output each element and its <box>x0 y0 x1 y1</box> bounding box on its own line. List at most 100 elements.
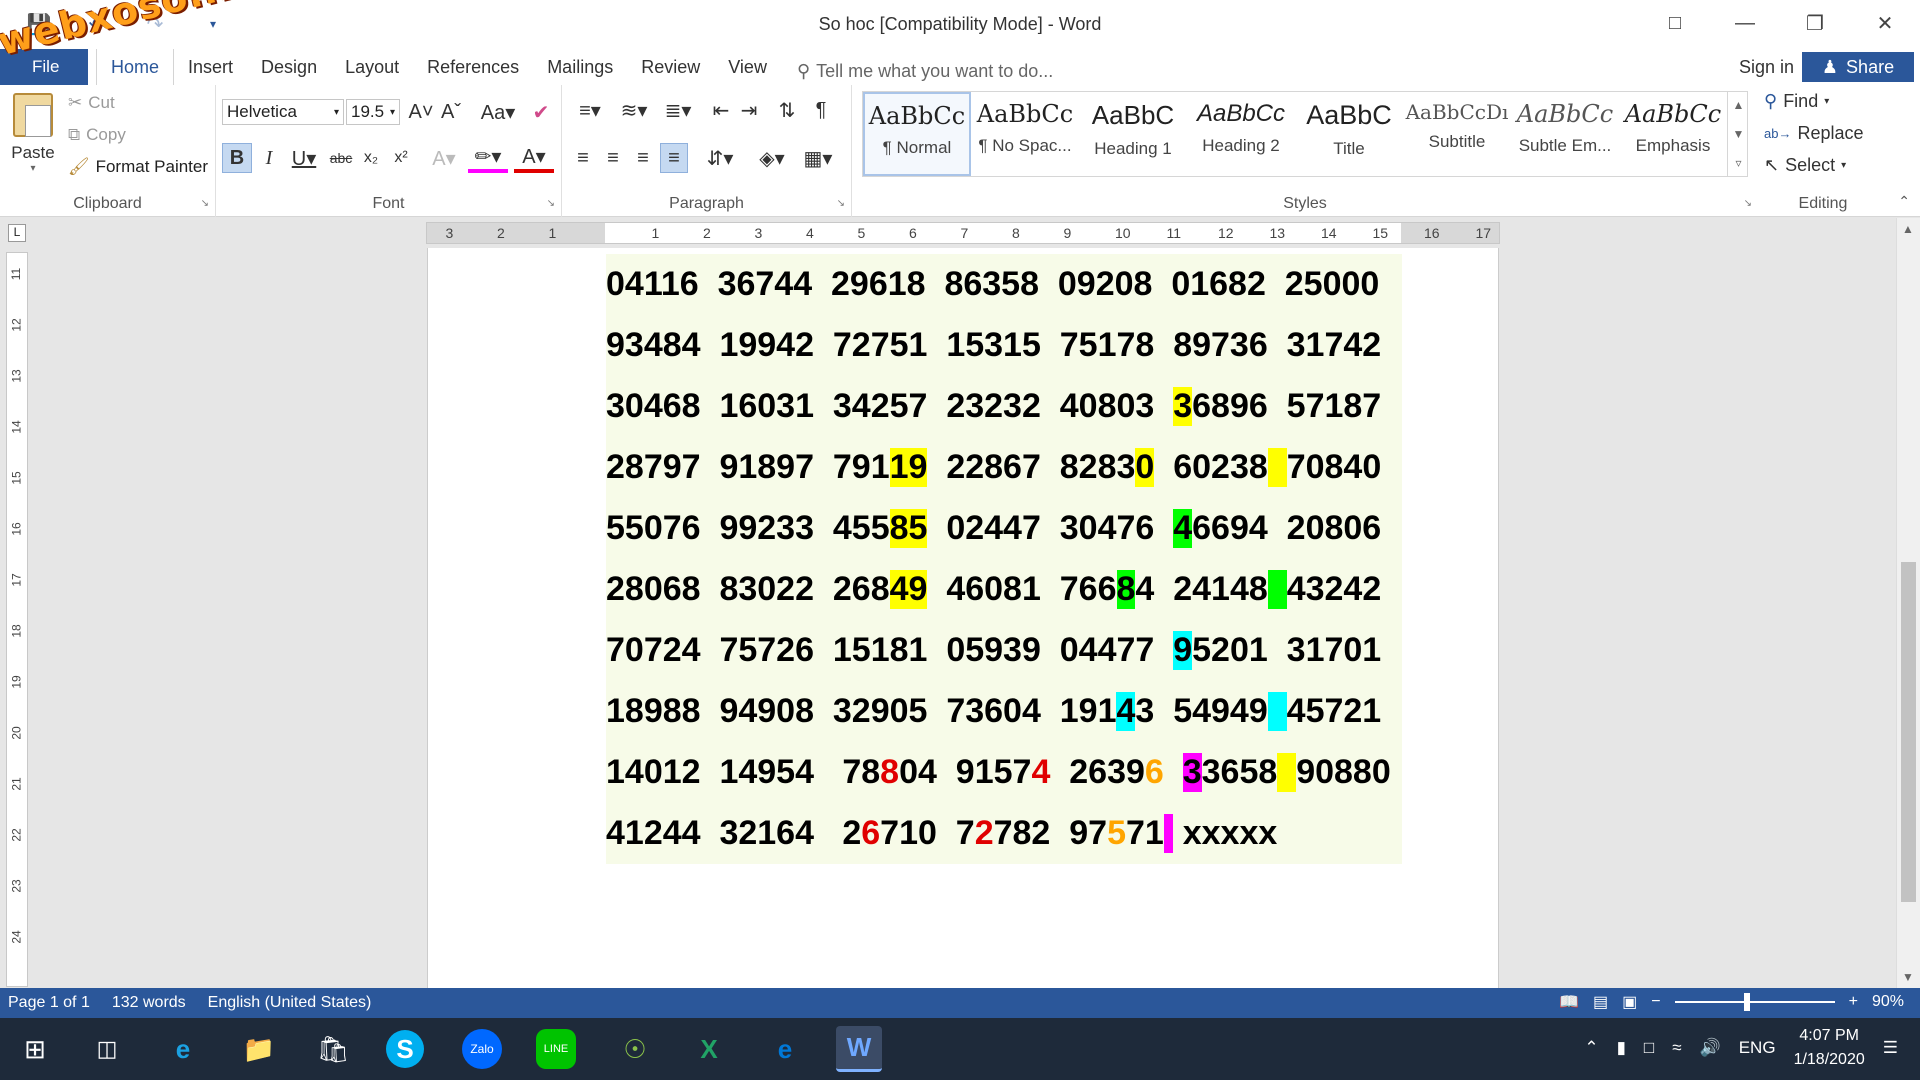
file-explorer-icon[interactable]: 📁 <box>236 1026 282 1072</box>
zalo-icon[interactable]: Zalo <box>462 1029 502 1069</box>
tab-home[interactable]: Home <box>96 49 175 85</box>
skype-icon[interactable]: S <box>386 1030 424 1068</box>
grow-font-icon[interactable]: A˅ <box>408 97 434 127</box>
web-layout-icon[interactable]: ▣ <box>1622 992 1637 1012</box>
page-count[interactable]: Page 1 of 1 <box>8 994 90 1012</box>
input-language[interactable]: ENG <box>1739 1038 1776 1058</box>
document-line[interactable]: 93484 19942 72751 15315 75178 89736 3174… <box>606 315 1402 376</box>
tell-me-box[interactable]: ⚲ Tell me what you want to do... <box>781 49 1053 85</box>
vertical-scrollbar[interactable]: ▲ ▼ <box>1896 218 1920 988</box>
chevron-up-icon[interactable]: ▲ <box>1733 98 1745 112</box>
notifications-icon[interactable]: ☰ <box>1883 1038 1898 1058</box>
decrease-indent-icon[interactable]: ⇤ <box>708 95 734 125</box>
style-no-spacing[interactable]: AaBbCc ¶ No Spac... <box>971 92 1079 176</box>
tab-design[interactable]: Design <box>247 49 331 85</box>
align-left-icon[interactable]: ≡ <box>570 143 596 173</box>
wifi-icon[interactable]: ≈ <box>1672 1038 1681 1058</box>
minimize-icon[interactable]: — <box>1710 0 1780 46</box>
chevron-down-icon[interactable]: ▼ <box>1733 127 1745 141</box>
print-layout-icon[interactable]: ▤ <box>1593 992 1608 1012</box>
tab-review[interactable]: Review <box>627 49 714 85</box>
style-emphasis[interactable]: AaBbCc Emphasis <box>1619 92 1727 176</box>
select-button[interactable]: ↖ Select ▾ <box>1764 155 1846 176</box>
bold-icon[interactable]: B <box>222 143 252 173</box>
tab-mailings[interactable]: Mailings <box>533 49 627 85</box>
share-button[interactable]: ♟ Share <box>1802 52 1914 82</box>
close-icon[interactable]: ✕ <box>1850 0 1920 46</box>
restore-icon[interactable]: ❐ <box>1780 0 1850 46</box>
format-painter-button[interactable]: 🖌 Format Painter <box>68 157 208 177</box>
store-icon[interactable]: 🛍 <box>310 1026 356 1072</box>
change-case-icon[interactable]: Aa▾ <box>478 97 518 127</box>
edge-icon[interactable]: e <box>762 1026 808 1072</box>
ultraviewer-icon[interactable]: ☉ <box>612 1026 658 1072</box>
tab-insert[interactable]: Insert <box>174 49 247 85</box>
sort-icon[interactable]: ⇅ <box>774 95 800 125</box>
document-line[interactable]: 28797 91897 791 19 22867 8283 0 60238 7084… <box>606 437 1402 498</box>
document-line[interactable]: 70724 75726 15181 05939 04477 9 5201 3170… <box>606 620 1402 681</box>
document-body[interactable]: 04116 36744 29618 86358 09208 01682 2500… <box>606 254 1402 864</box>
bullets-icon[interactable]: ≡▾ <box>570 95 610 125</box>
tab-layout[interactable]: Layout <box>331 49 413 85</box>
zoom-in-icon[interactable]: + <box>1849 993 1858 1011</box>
line-icon[interactable]: LINE <box>536 1029 576 1069</box>
document-line[interactable]: 55076 99233 455 85 02447 30476 4 6694 2080… <box>606 498 1402 559</box>
show-formatting-icon[interactable]: ¶ <box>808 95 834 125</box>
document-page[interactable]: 04116 36744 29618 86358 09208 01682 2500… <box>427 248 1499 988</box>
document-line[interactable]: 04116 36744 29618 86358 09208 01682 2500… <box>606 254 1402 315</box>
task-view-icon[interactable]: ◫ <box>84 1026 130 1072</box>
scroll-down-icon[interactable]: ▼ <box>1902 970 1914 984</box>
numbering-icon[interactable]: ≋▾ <box>614 95 654 125</box>
read-mode-icon[interactable]: 📖 <box>1559 992 1579 1012</box>
sign-in-link[interactable]: Sign in <box>1739 57 1794 78</box>
style-subtle-emphasis[interactable]: AaBbCc Subtle Em... <box>1511 92 1619 176</box>
cut-button[interactable]: ✂ Cut <box>68 93 115 113</box>
style-heading-2[interactable]: AaBbCc Heading 2 <box>1187 92 1295 176</box>
document-line[interactable]: 28068 83022 268 49 46081 766 8 4 24148 4324… <box>606 559 1402 620</box>
shrink-font-icon[interactable]: Aˇ <box>438 97 464 127</box>
font-launcher-icon[interactable]: ↘ <box>547 198 555 209</box>
volume-icon[interactable]: 🔊 <box>1700 1038 1721 1058</box>
tab-selector-icon[interactable]: L <box>8 224 26 242</box>
copy-button[interactable]: ⧉ Copy <box>68 125 126 145</box>
document-line[interactable]: 14012 14954 78 8 04 9157 4 2639 6 3 3658 9088… <box>606 742 1402 803</box>
action-center-app-icon[interactable]: □ <box>1644 1038 1654 1058</box>
document-line[interactable]: 30468 16031 34257 23232 40803 3 6896 5718… <box>606 376 1402 437</box>
document-line[interactable]: 41244 32164 2 6 710 7 2 782 97 5 71 xxxxx <box>606 803 1402 864</box>
paste-button[interactable]: Paste ▾ <box>10 93 56 183</box>
clear-formatting-icon[interactable]: ✔ <box>528 97 554 127</box>
highlight-color-icon[interactable]: ✏▾ <box>468 143 508 173</box>
font-size-combo[interactable]: 19.5 ▾ <box>346 99 400 125</box>
multilevel-list-icon[interactable]: ≣▾ <box>658 95 698 125</box>
underline-icon[interactable]: U▾ <box>284 143 324 173</box>
increase-indent-icon[interactable]: ⇥ <box>736 95 762 125</box>
document-line[interactable]: 18988 94908 32905 73604 191 4 3 54949 4572… <box>606 681 1402 742</box>
clock[interactable]: 4:07 PM 1/18/2020 <box>1794 1024 1865 1072</box>
chevron-up-icon[interactable]: ⌃ <box>1584 1038 1598 1058</box>
word-count[interactable]: 132 words <box>112 994 186 1012</box>
horizontal-ruler[interactable]: 3 2 1 1 2 3 4 5 6 7 8 9 10 11 12 13 14 15 16 17 <box>426 222 1500 244</box>
scroll-up-icon[interactable]: ▲ <box>1902 222 1914 236</box>
style-normal[interactable]: AaBbCc ¶ Normal <box>863 92 971 176</box>
more-styles-icon[interactable]: ▿ <box>1735 156 1741 170</box>
replace-button[interactable]: ab→ Replace <box>1764 123 1864 144</box>
zoom-slider-thumb[interactable] <box>1743 993 1750 1011</box>
shading-icon[interactable]: ◈▾ <box>752 143 792 173</box>
justify-icon[interactable]: ≡ <box>660 143 688 173</box>
battery-icon[interactable]: ▮ <box>1617 1038 1626 1058</box>
subscript-icon[interactable]: x₂ <box>358 143 384 173</box>
font-family-combo[interactable]: Helvetica ▾ <box>222 99 344 125</box>
zoom-slider[interactable] <box>1674 993 1835 1011</box>
language-indicator[interactable]: English (United States) <box>208 994 372 1012</box>
text-effects-icon[interactable]: A▾ <box>426 143 462 173</box>
zoom-out-icon[interactable]: − <box>1651 993 1660 1011</box>
style-heading-1[interactable]: AaBbC Heading 1 <box>1079 92 1187 176</box>
zoom-level[interactable]: 90% <box>1872 993 1904 1011</box>
word-icon[interactable]: W <box>836 1026 882 1072</box>
style-subtitle[interactable]: AaBbCcDı Subtitle <box>1403 92 1511 176</box>
internet-explorer-icon[interactable]: e <box>160 1026 206 1072</box>
superscript-icon[interactable]: x² <box>388 143 414 173</box>
align-right-icon[interactable]: ≡ <box>630 143 656 173</box>
collapse-ribbon-icon[interactable]: ⌃ <box>1898 193 1910 210</box>
paragraph-launcher-icon[interactable]: ↘ <box>837 198 845 209</box>
